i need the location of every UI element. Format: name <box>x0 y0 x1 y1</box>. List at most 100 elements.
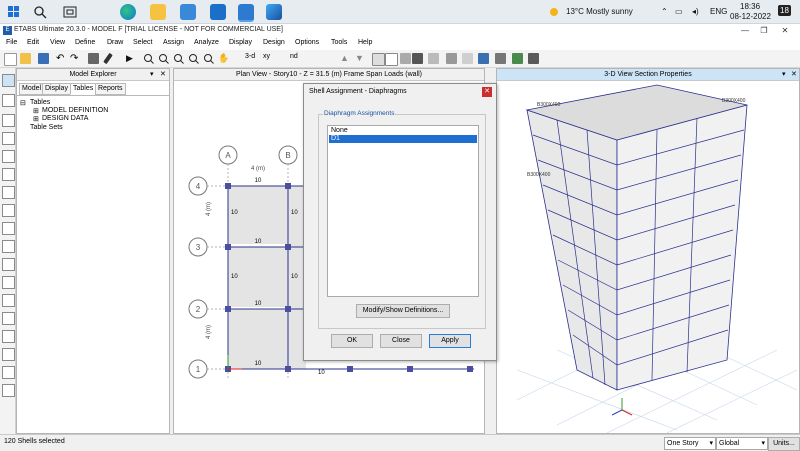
grid-bubble-3[interactable]: 3 <box>188 237 208 257</box>
grid-bubble-b[interactable]: B <box>278 145 298 165</box>
shell-panel[interactable] <box>228 309 288 369</box>
menu-design[interactable]: Design <box>263 39 285 46</box>
draw-opening-icon[interactable] <box>2 240 15 253</box>
extrude-icon[interactable] <box>446 53 457 64</box>
3d-model-canvas[interactable]: B300X400 B300X400 B300X400 <box>497 80 799 433</box>
zoom-window-icon[interactable] <box>173 53 184 64</box>
tab-tables[interactable]: Tables <box>70 83 97 95</box>
tables-icon[interactable] <box>528 53 539 64</box>
menu-edit[interactable]: Edit <box>27 39 39 46</box>
tree-item-model-definition[interactable]: MODEL DEFINITION <box>42 107 108 114</box>
draw-joint-icon[interactable] <box>2 258 15 271</box>
view-xy-button[interactable]: xy <box>263 53 275 64</box>
menu-tools[interactable]: Tools <box>331 39 347 46</box>
run-analysis-icon[interactable]: ▶ <box>126 53 137 64</box>
dialog-close-icon[interactable]: ✕ <box>482 87 492 97</box>
move-up-icon[interactable]: ▲ <box>340 53 351 64</box>
menu-file[interactable]: File <box>6 39 17 46</box>
window-close-icon[interactable]: ✕ <box>791 70 797 78</box>
pan-icon[interactable]: ✋ <box>218 53 229 64</box>
open-icon[interactable] <box>20 53 31 64</box>
list-item[interactable]: D1 <box>329 135 477 143</box>
draw-line-icon[interactable] <box>2 114 15 127</box>
tree-item-tables[interactable]: Tables <box>30 99 50 106</box>
diaphragm-listbox[interactable]: None D1 <box>327 125 479 297</box>
close-button[interactable]: Close <box>380 334 422 348</box>
building-face-right[interactable] <box>616 104 748 391</box>
coord-system-select[interactable]: Global ▾ <box>716 437 768 450</box>
draw-link-icon[interactable] <box>2 276 15 289</box>
deformed-shape-icon[interactable] <box>495 53 506 64</box>
menu-draw[interactable]: Draw <box>107 39 123 46</box>
draw-wall-icon[interactable] <box>2 186 15 199</box>
ok-button[interactable]: OK <box>331 334 373 348</box>
draw-slab-icon[interactable] <box>2 204 15 217</box>
draw-beam-icon[interactable] <box>2 132 15 145</box>
language-indicator[interactable]: ENG <box>710 7 727 16</box>
menu-select[interactable]: Select <box>133 39 152 46</box>
frame-display-icon[interactable] <box>412 53 423 64</box>
tab-reports[interactable]: Reports <box>95 83 126 95</box>
display-options-icon[interactable] <box>372 53 385 66</box>
minimize-button[interactable]: — <box>738 25 752 37</box>
tab-model[interactable]: Model <box>19 83 45 95</box>
grid-icon[interactable] <box>478 53 489 64</box>
search-icon[interactable] <box>32 4 48 20</box>
draw-strip-icon[interactable] <box>2 384 15 397</box>
clock-date[interactable]: 08-12-2022 <box>730 12 771 21</box>
grid-bubble-4[interactable]: 4 <box>188 176 208 196</box>
tree-expand-icon[interactable]: ⊞ <box>33 107 39 115</box>
zoom-out-icon[interactable] <box>158 53 169 64</box>
tree-expand-icon[interactable]: ⊞ <box>33 115 39 123</box>
network-icon[interactable]: ▭ <box>675 7 683 16</box>
menu-options[interactable]: Options <box>295 39 319 46</box>
maximize-button[interactable]: ❐ <box>757 25 771 37</box>
units-button[interactable]: Units... <box>768 437 800 451</box>
close-window-button[interactable]: ✕ <box>778 25 792 37</box>
check-icon[interactable] <box>385 53 398 66</box>
tree-item-design-data[interactable]: DESIGN DATA <box>42 115 88 122</box>
menu-analyze[interactable]: Analyze <box>194 39 219 46</box>
shell-display-icon[interactable] <box>400 53 411 64</box>
menu-help[interactable]: Help <box>358 39 372 46</box>
3d-view-window[interactable]: 3-D View Section Properties ▾ ✕ B300X400… <box>496 68 800 434</box>
redo-icon[interactable]: ↷ <box>70 53 81 64</box>
notification-badge[interactable]: 18 <box>778 5 791 16</box>
tray-chevron-icon[interactable]: ⌃ <box>661 7 668 16</box>
tab-display[interactable]: Display <box>42 83 71 95</box>
draw-tendon-icon[interactable] <box>2 366 15 379</box>
edge-icon[interactable] <box>120 4 136 20</box>
draw-column-icon[interactable] <box>2 150 15 163</box>
tree-expand-icon[interactable]: ⊟ <box>20 99 26 107</box>
save-icon[interactable] <box>38 53 49 64</box>
grid-bubble-1[interactable]: 1 <box>188 359 208 379</box>
draw-rect-icon[interactable] <box>2 222 15 235</box>
pointer-icon[interactable] <box>2 74 15 87</box>
view-3d-button[interactable]: 3-d <box>245 53 259 64</box>
draw-brace-icon[interactable] <box>2 168 15 181</box>
grid-bubble-2[interactable]: 2 <box>188 299 208 319</box>
weather-text[interactable]: 13°C Mostly sunny <box>566 7 633 16</box>
store-icon[interactable] <box>180 4 196 20</box>
undo-icon[interactable]: ↶ <box>56 53 67 64</box>
lock-icon[interactable] <box>88 53 99 64</box>
zoom-fit-icon[interactable] <box>188 53 199 64</box>
menu-display[interactable]: Display <box>229 39 252 46</box>
panel-pin-icon[interactable]: ▾ <box>150 70 154 78</box>
menu-assign[interactable]: Assign <box>163 39 184 46</box>
tree-item-table-sets[interactable]: Table Sets <box>30 124 63 131</box>
window-menu-icon[interactable]: ▾ <box>782 70 786 78</box>
grid-bubble-a[interactable]: A <box>218 145 238 165</box>
zoom-prev-icon[interactable] <box>203 53 214 64</box>
draw-developed-elevation-icon[interactable] <box>2 348 15 361</box>
zoom-in-icon[interactable] <box>143 53 154 64</box>
building-face-left[interactable] <box>526 109 618 391</box>
etabs-icon[interactable] <box>238 4 254 22</box>
story-mode-select[interactable]: One Story ▾ <box>664 437 716 450</box>
draw-dimension-icon[interactable] <box>2 294 15 307</box>
weather-icon[interactable] <box>548 6 562 20</box>
panel-close-icon[interactable]: ✕ <box>160 70 166 78</box>
menu-define[interactable]: Define <box>75 39 95 46</box>
file-explorer-icon[interactable] <box>150 4 166 20</box>
new-model-icon[interactable] <box>4 53 17 66</box>
